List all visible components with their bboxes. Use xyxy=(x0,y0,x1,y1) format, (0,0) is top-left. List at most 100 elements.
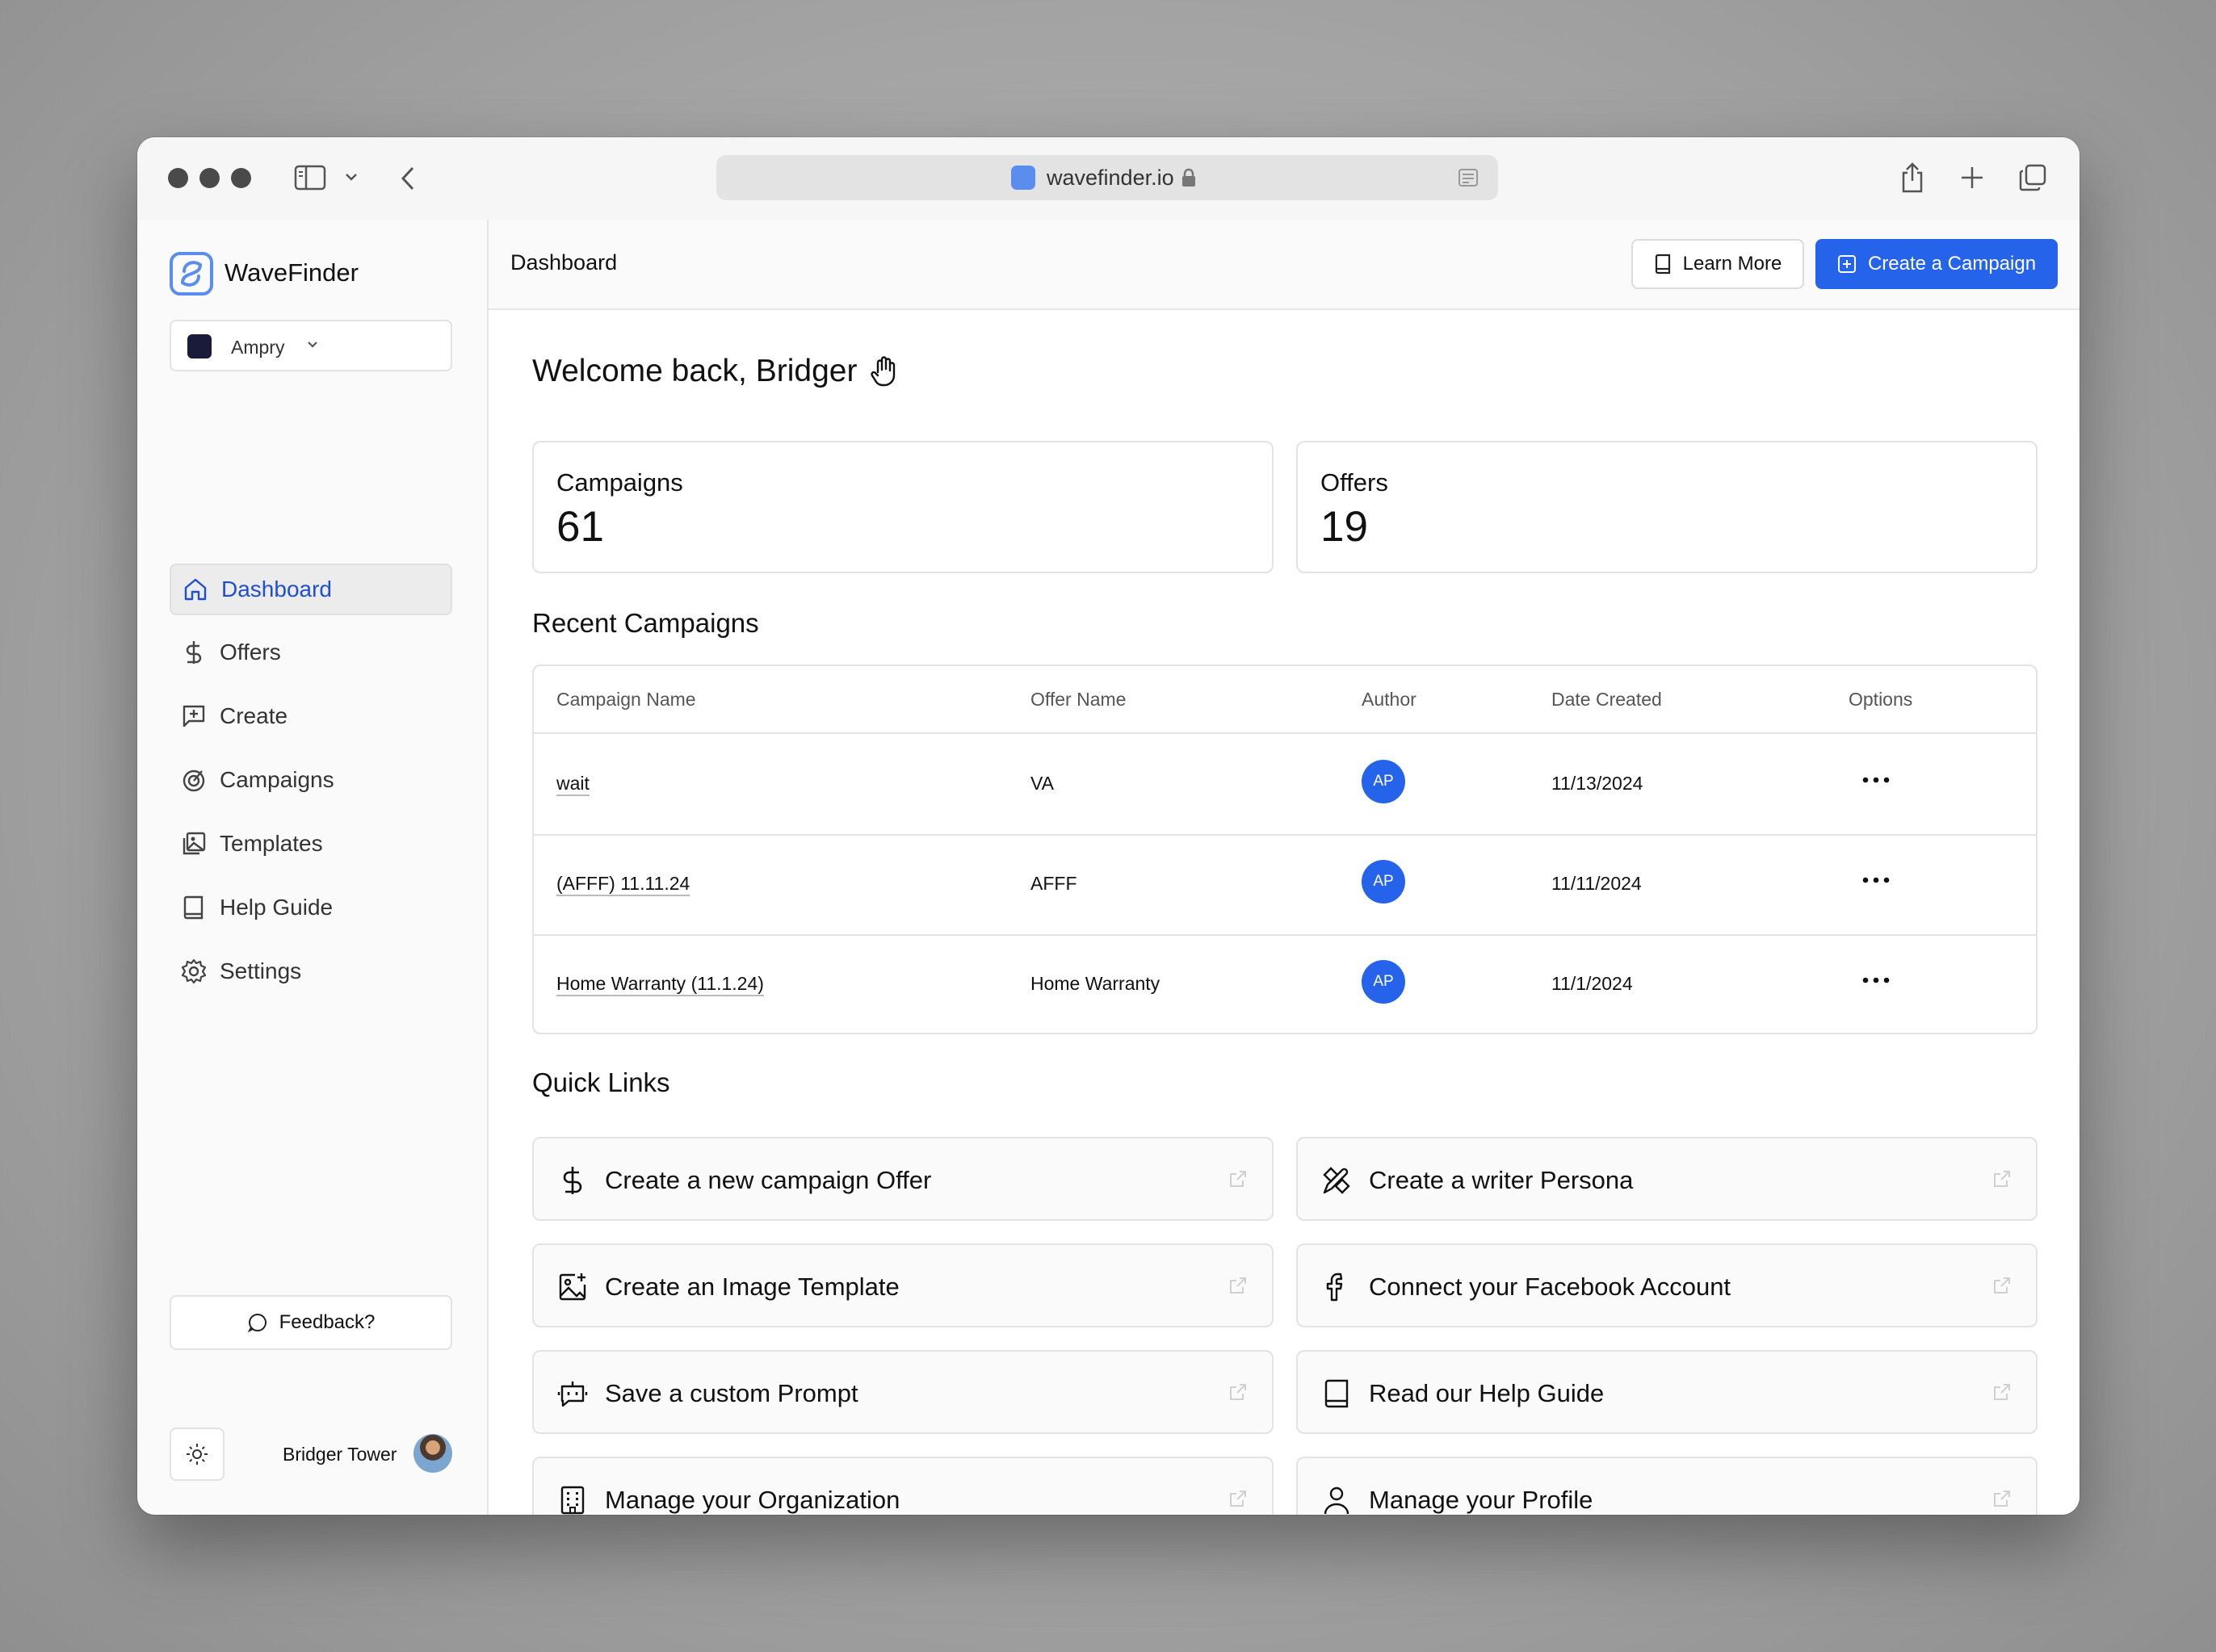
quick-link-writer-persona[interactable]: Create a writer Persona xyxy=(1296,1137,2038,1221)
quick-link-organization[interactable]: Manage your Organization xyxy=(532,1457,1274,1515)
square-plus-icon xyxy=(1837,255,1856,273)
quick-link-custom-prompt[interactable]: Save a custom Prompt xyxy=(532,1350,1274,1434)
new-tab-icon[interactable] xyxy=(1959,165,1985,195)
welcome-text: Welcome back, Bridger xyxy=(532,354,858,388)
sidebar-item-templates[interactable]: Templates xyxy=(170,818,452,870)
campaigns-table: Campaign Name Offer Name Author Date Cre… xyxy=(532,665,2038,1034)
org-switcher[interactable]: Ampry xyxy=(170,320,452,371)
column-header: Date Created xyxy=(1551,689,1662,710)
wavefinder-logo-icon xyxy=(170,252,213,296)
home-icon xyxy=(181,575,210,604)
close-window-button[interactable] xyxy=(168,168,188,188)
share-icon[interactable] xyxy=(1899,161,1925,198)
waving-hand-icon xyxy=(871,356,896,387)
table-row[interactable]: (AFFF) 11.11.24 AFFF AP 11/11/2024 xyxy=(534,834,2036,936)
external-link-icon xyxy=(1228,1276,1248,1299)
chevron-down-icon xyxy=(305,339,320,354)
quick-link-label: Read our Help Guide xyxy=(1369,1379,1605,1407)
building-icon xyxy=(556,1484,589,1515)
create-campaign-button[interactable]: Create a Campaign xyxy=(1815,239,2058,289)
sidebar: WaveFinder Ampry Dashboard Offers Create xyxy=(137,220,489,1515)
author-avatar: AP xyxy=(1362,760,1405,803)
external-link-icon xyxy=(1228,1382,1248,1406)
column-header: Author xyxy=(1362,689,1416,710)
pen-ruler-icon xyxy=(1320,1164,1353,1197)
stat-card-offers: Offers 19 xyxy=(1296,441,2038,573)
dollar-icon xyxy=(556,1164,589,1197)
quick-link-profile[interactable]: Manage your Profile xyxy=(1296,1457,2038,1515)
learn-more-button[interactable]: Learn More xyxy=(1631,239,1804,289)
table-row[interactable]: Home Warranty (11.1.24) Home Warranty AP… xyxy=(534,934,2036,1033)
stat-value: 19 xyxy=(1320,503,1368,551)
user-icon xyxy=(1320,1484,1353,1515)
quick-link-label: Connect your Facebook Account xyxy=(1369,1273,1731,1301)
quick-link-facebook[interactable]: Connect your Facebook Account xyxy=(1296,1243,2038,1327)
campaign-name-link[interactable]: (AFFF) 11.11.24 xyxy=(556,873,690,895)
welcome-heading: Welcome back, Bridger xyxy=(532,354,902,389)
sidebar-item-create[interactable]: Create xyxy=(170,690,452,742)
quick-link-image-template[interactable]: Create an Image Template xyxy=(532,1243,1274,1327)
sidebar-item-label: Create xyxy=(220,703,288,728)
user-avatar[interactable] xyxy=(413,1434,452,1473)
more-options-icon[interactable] xyxy=(1858,968,1894,992)
offer-name: VA xyxy=(1030,773,1054,794)
main-content: Dashboard Learn More Create a Campaign W… xyxy=(489,220,2080,1515)
gear-icon xyxy=(179,957,208,986)
campaign-name-link[interactable]: wait xyxy=(556,773,590,795)
user-name[interactable]: Bridger Tower xyxy=(283,1444,397,1465)
create-campaign-label: Create a Campaign xyxy=(1867,253,2037,275)
images-icon xyxy=(179,829,208,858)
sun-icon xyxy=(187,1444,208,1465)
back-arrow-icon[interactable] xyxy=(399,165,417,196)
favicon-icon xyxy=(1011,166,1035,190)
lock-icon xyxy=(1181,168,1197,191)
tab-overview-icon[interactable] xyxy=(2018,163,2047,196)
date-created: 11/13/2024 xyxy=(1551,773,1643,794)
more-options-icon[interactable] xyxy=(1858,868,1894,892)
feedback-button[interactable]: Feedback? xyxy=(170,1295,452,1350)
message-circle-icon xyxy=(247,1313,267,1333)
minimize-window-button[interactable] xyxy=(199,168,220,188)
quick-link-label: Create a writer Persona xyxy=(1369,1166,1634,1194)
external-link-icon xyxy=(1992,1169,2012,1193)
reader-icon[interactable] xyxy=(1458,168,1479,191)
quick-link-campaign-offer[interactable]: Create a new campaign Offer xyxy=(532,1137,1274,1221)
more-options-icon[interactable] xyxy=(1858,768,1894,792)
author-avatar: AP xyxy=(1362,860,1405,904)
sidebar-item-campaigns[interactable]: Campaigns xyxy=(170,754,452,806)
maximize-window-button[interactable] xyxy=(231,168,251,188)
external-link-icon xyxy=(1992,1382,2012,1406)
stat-label: Offers xyxy=(1320,468,1388,497)
book-icon xyxy=(1655,254,1670,275)
sidebar-toggle-icon[interactable] xyxy=(294,165,326,195)
sidebar-item-settings[interactable]: Settings xyxy=(170,945,452,997)
sidebar-item-label: Settings xyxy=(220,958,302,983)
column-header: Campaign Name xyxy=(556,689,696,710)
org-name: Ampry xyxy=(231,337,285,358)
stat-label: Campaigns xyxy=(556,468,683,497)
date-created: 11/1/2024 xyxy=(1551,973,1633,994)
offer-name: Home Warranty xyxy=(1030,973,1160,994)
theme-toggle-button[interactable] xyxy=(170,1428,225,1481)
dollar-icon xyxy=(179,638,208,667)
chevron-down-icon[interactable] xyxy=(344,171,359,187)
campaign-name-link[interactable]: Home Warranty (11.1.24) xyxy=(556,973,764,995)
table-row[interactable]: wait VA AP 11/13/2024 xyxy=(534,734,2036,836)
sidebar-item-help-guide[interactable]: Help Guide xyxy=(170,882,452,933)
book-icon xyxy=(1320,1377,1353,1410)
quick-link-label: Save a custom Prompt xyxy=(605,1379,858,1407)
quick-link-label: Create an Image Template xyxy=(605,1273,900,1301)
book-icon xyxy=(179,893,208,922)
sidebar-item-label: Offers xyxy=(220,639,281,665)
address-bar[interactable]: wavefinder.io xyxy=(716,155,1498,200)
quick-link-label: Manage your Organization xyxy=(605,1486,900,1514)
external-link-icon xyxy=(1228,1489,1248,1512)
sidebar-item-dashboard[interactable]: Dashboard xyxy=(170,564,452,615)
bot-message-icon xyxy=(556,1377,589,1410)
external-link-icon xyxy=(1228,1169,1248,1193)
page-title: Dashboard xyxy=(510,250,618,275)
external-link-icon xyxy=(1992,1489,2012,1512)
quick-links-title: Quick Links xyxy=(532,1067,670,1097)
sidebar-item-offers[interactable]: Offers xyxy=(170,627,452,678)
quick-link-help-guide[interactable]: Read our Help Guide xyxy=(1296,1350,2038,1434)
